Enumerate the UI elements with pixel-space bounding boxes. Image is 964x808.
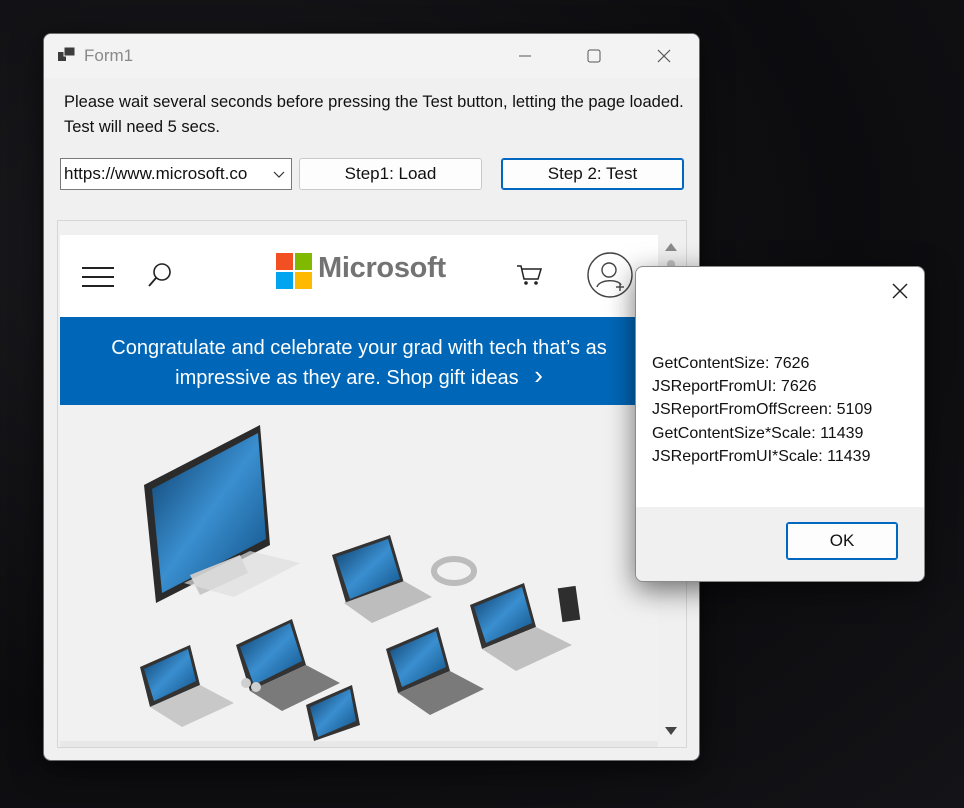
- banner-link-text[interactable]: impressive as they are. Shop gift ideas: [175, 367, 519, 389]
- banner-line-1: Congratulate and celebrate your grad wit…: [111, 337, 607, 359]
- scroll-down-icon[interactable]: [665, 727, 677, 735]
- close-icon: [657, 49, 671, 63]
- cart-icon[interactable]: [516, 263, 544, 287]
- close-icon: [892, 283, 908, 299]
- chevron-down-icon[interactable]: [273, 168, 285, 180]
- dialog-line: GetContentSize*Scale: 11439: [652, 424, 864, 442]
- web-page[interactable]: Microsoft Congratulate and celebrate you…: [60, 235, 658, 741]
- close-button[interactable]: [641, 34, 687, 78]
- chevron-right-icon: ›: [534, 360, 543, 390]
- web-browser-panel[interactable]: Microsoft Congratulate and celebrate you…: [57, 220, 687, 748]
- devices-illustration: [140, 425, 581, 741]
- url-value: https://www.microsoft.co: [64, 164, 248, 183]
- dialog-line: JSReportFromUI*Scale: 11439: [652, 447, 871, 465]
- app-icon: [58, 46, 76, 61]
- title-bar[interactable]: Form1: [44, 34, 699, 78]
- message-dialog: GetContentSize: 7626 JSReportFromUI: 762…: [635, 266, 925, 582]
- scroll-up-icon[interactable]: [665, 243, 677, 251]
- instructions-label: Please wait several seconds before press…: [64, 93, 684, 136]
- dialog-message: GetContentSize: 7626 JSReportFromUI: 762…: [652, 352, 872, 468]
- dialog-line: GetContentSize: 7626: [652, 355, 810, 372]
- form1-window: Form1 Please wait several seconds before…: [43, 33, 700, 761]
- maximize-icon: [587, 49, 601, 63]
- dialog-line: JSReportFromOffScreen: 5109: [652, 401, 873, 419]
- load-button[interactable]: Step1: Load: [299, 158, 482, 190]
- microsoft-logo-icon[interactable]: [276, 253, 312, 289]
- site-header: Microsoft: [60, 235, 658, 317]
- ok-button[interactable]: OK: [786, 522, 898, 560]
- window-title: Form1: [84, 46, 134, 65]
- account-icon[interactable]: [586, 251, 634, 299]
- hamburger-menu-icon[interactable]: [82, 267, 114, 289]
- horizontal-scrollbar[interactable]: [60, 741, 658, 747]
- test-button[interactable]: Step 2: Test: [501, 158, 684, 190]
- url-combobox[interactable]: https://www.microsoft.co: [60, 158, 292, 190]
- search-icon[interactable]: [146, 261, 174, 291]
- banner-line-2[interactable]: impressive as they are. Shop gift ideas …: [60, 362, 658, 392]
- dialog-close-button[interactable]: [886, 277, 914, 305]
- hero-image: [60, 405, 658, 741]
- dialog-line: JSReportFromUI: 7626: [652, 378, 817, 396]
- minimize-icon: [519, 55, 531, 57]
- promo-banner[interactable]: Congratulate and celebrate your grad wit…: [60, 317, 658, 405]
- minimize-button[interactable]: [502, 34, 548, 78]
- microsoft-logo-text[interactable]: Microsoft: [318, 252, 446, 285]
- dialog-footer: OK: [636, 507, 924, 581]
- maximize-button[interactable]: [571, 34, 617, 78]
